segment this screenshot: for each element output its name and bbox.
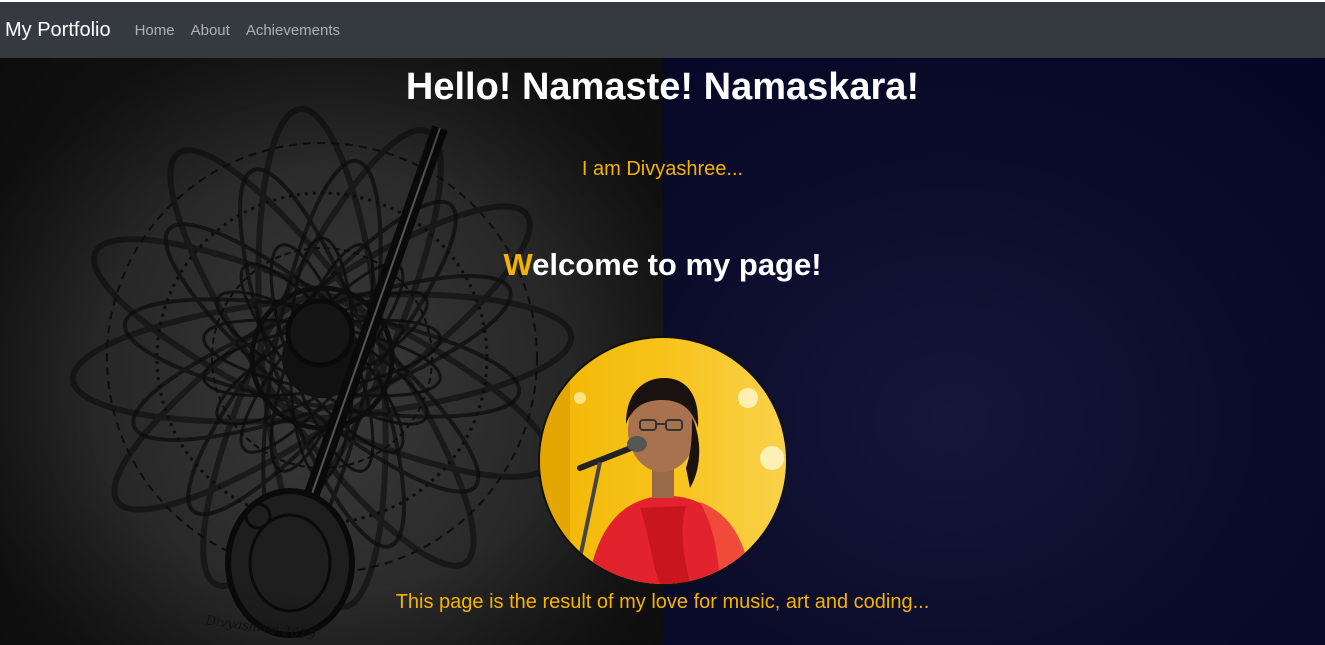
hero-subtitle: I am Divyashree...	[581, 158, 744, 180]
welcome-heading: Welcome to my page!	[0, 247, 1325, 283]
nav-link-home[interactable]: Home	[135, 22, 175, 39]
hero-section: Divyashree 2019 Hello! Namaste! Namaskar…	[0, 58, 1325, 645]
top-navbar: My Portfolio Home About Achievements	[0, 2, 1325, 58]
hero-title: Hello! Namaste! Namaskara!	[405, 66, 920, 108]
welcome-rest: elcome to my page!	[532, 247, 822, 282]
hero-tagline: This page is the result of my love for m…	[395, 591, 930, 613]
brand-link[interactable]: My Portfolio	[5, 19, 111, 42]
welcome-first-letter: W	[503, 247, 533, 282]
veena-mandala-artwork: Divyashree 2019	[0, 58, 663, 645]
mandala-illustration	[0, 58, 663, 645]
profile-photo	[538, 336, 788, 586]
profile-photo-illustration	[540, 338, 786, 584]
nav-link-achievements[interactable]: Achievements	[246, 22, 340, 39]
nav-link-about[interactable]: About	[191, 22, 230, 39]
